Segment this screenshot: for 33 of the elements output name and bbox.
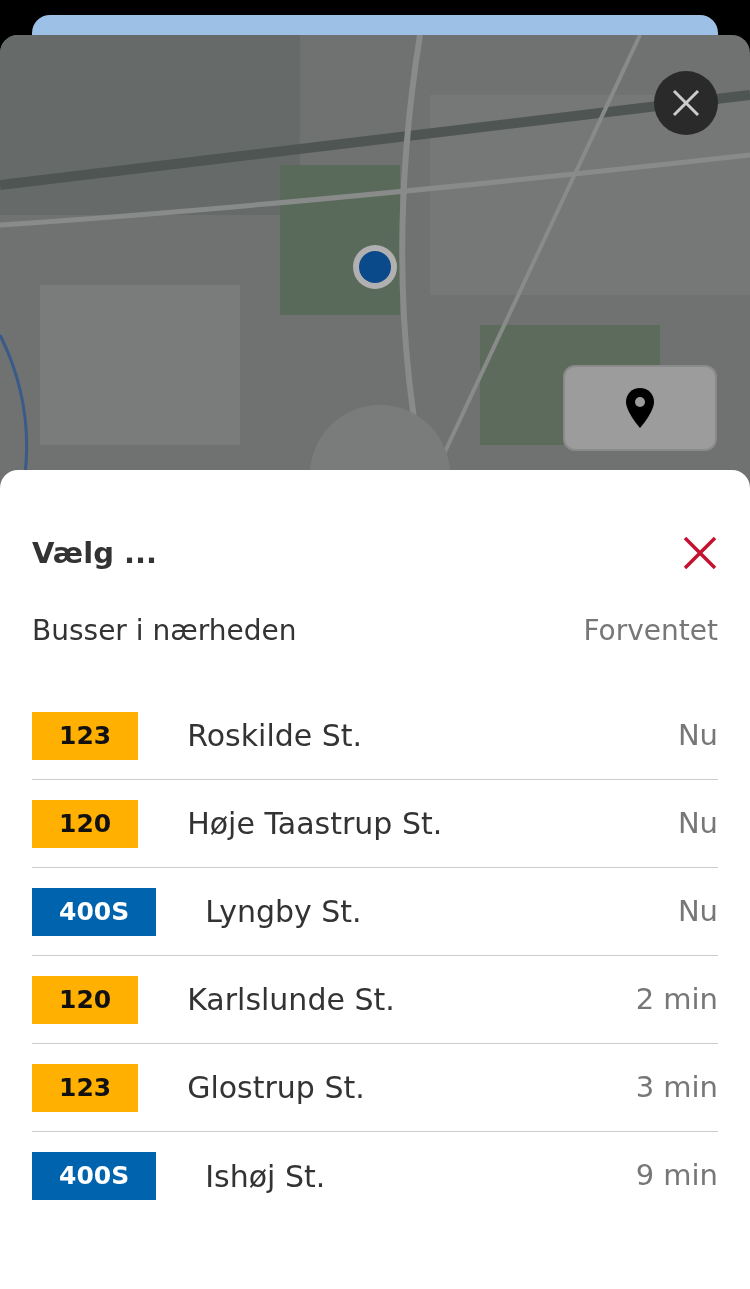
destination-text: Høje Taastrup St. xyxy=(187,805,443,843)
column-label: Forventet xyxy=(583,613,718,649)
close-icon xyxy=(671,88,701,118)
route-badge: 400S xyxy=(32,1152,157,1200)
departure-time: 3 min xyxy=(635,1068,718,1106)
departure-row[interactable]: 120 Karlslunde St. 2 min xyxy=(32,956,718,1044)
destination-text: Karlslunde St. xyxy=(187,981,395,1019)
destination-text: Ishøj St. xyxy=(205,1157,326,1196)
departure-row[interactable]: 123 Roskilde St. Nu xyxy=(32,692,718,780)
destination-text: Lyngby St. xyxy=(205,893,362,931)
route-badge: 120 xyxy=(32,799,139,848)
location-dot-icon xyxy=(352,244,398,290)
route-badge: 123 xyxy=(32,1063,139,1112)
route-badge: 123 xyxy=(32,711,139,760)
departure-row[interactable]: 400S Ishøj St. 9 min xyxy=(32,1132,718,1220)
close-icon xyxy=(683,536,717,570)
departure-time: Nu xyxy=(677,716,718,754)
destination-text: Roskilde St. xyxy=(187,717,363,755)
location-button[interactable] xyxy=(563,365,717,451)
sheet-title: Vælg ... xyxy=(32,535,158,571)
route-badge: 120 xyxy=(32,975,139,1024)
departure-time: 9 min xyxy=(635,1157,718,1195)
departure-row[interactable]: 400S Lyngby St. Nu xyxy=(32,868,718,956)
departure-time: Nu xyxy=(677,892,718,930)
map-pin-icon xyxy=(625,388,655,428)
close-button[interactable] xyxy=(682,535,718,571)
route-badge: 400S xyxy=(32,887,157,936)
departure-row[interactable]: 123 Glostrup St. 3 min xyxy=(32,1044,718,1132)
departure-time: Nu xyxy=(677,804,718,842)
destination-text: Glostrup St. xyxy=(187,1069,365,1107)
departure-time: 2 min xyxy=(635,980,718,1018)
list-label: Busser i nærheden xyxy=(32,613,297,649)
departure-row[interactable]: 120 Høje Taastrup St. Nu xyxy=(32,780,718,868)
